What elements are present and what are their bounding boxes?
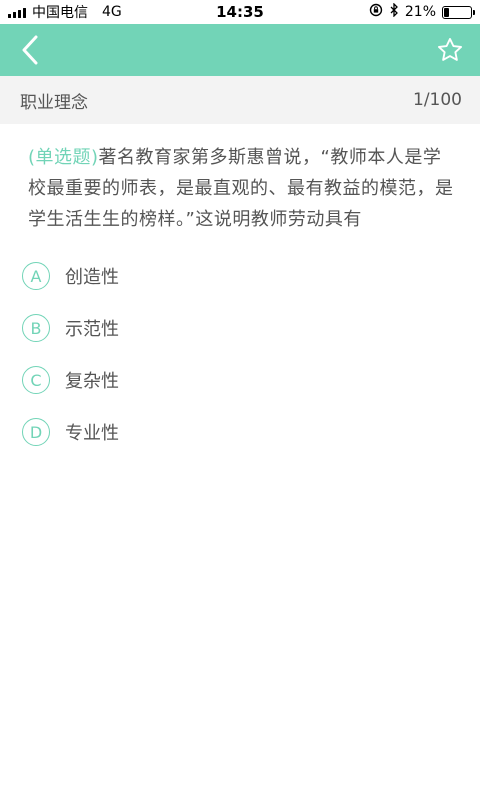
option-c[interactable]: C 复杂性	[22, 362, 458, 398]
question-subheader: 职业理念 1/100	[0, 76, 480, 124]
back-button[interactable]	[6, 24, 54, 76]
option-text-b: 示范性	[65, 319, 119, 340]
nav-bar	[0, 24, 480, 76]
chevron-left-icon	[22, 35, 38, 65]
bluetooth-icon	[389, 2, 399, 21]
battery-percent: 21%	[404, 4, 436, 20]
option-d[interactable]: D 专业性	[22, 414, 458, 450]
option-letter-b: B	[22, 314, 50, 342]
status-right-group: 21%	[369, 2, 475, 21]
question-stem: (单选题)著名教育家第多斯惠曾说，“教师本人是学校最重要的师表，是最直观的、最有…	[28, 142, 458, 235]
options-list: A 创造性 B 示范性 C 复杂性 D 专业性	[22, 258, 458, 466]
battery-level	[444, 7, 450, 17]
option-letter-c: C	[22, 366, 50, 394]
battery-icon	[442, 5, 475, 19]
question-type: (单选题)	[28, 147, 99, 168]
option-a[interactable]: A 创造性	[22, 258, 458, 294]
carrier-label: 中国电信	[32, 5, 88, 21]
progress-counter: 1/100	[413, 90, 462, 110]
option-text-d: 专业性	[65, 423, 119, 444]
category-label: 职业理念	[20, 92, 88, 113]
orientation-lock-icon	[369, 3, 383, 21]
network-label: 4G	[102, 4, 122, 20]
signal-icon	[8, 6, 26, 18]
option-text-a: 创造性	[65, 267, 119, 288]
option-b[interactable]: B 示范性	[22, 310, 458, 346]
status-bar: 中国电信 4G 14:35 21%	[0, 0, 480, 24]
option-letter-d: D	[22, 418, 50, 446]
favorite-button[interactable]	[426, 24, 474, 76]
option-letter-a: A	[22, 262, 50, 290]
star-outline-icon	[437, 37, 463, 61]
option-text-c: 复杂性	[65, 371, 119, 392]
